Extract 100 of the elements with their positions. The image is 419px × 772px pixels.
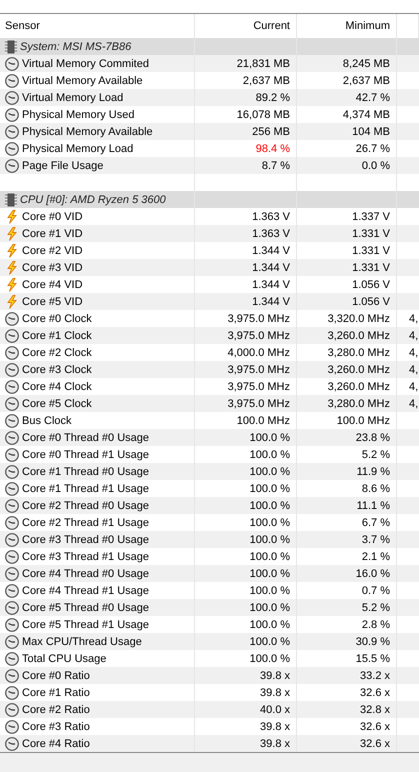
sensor-label[interactable]: Core #1 Ratio [22,686,90,698]
minimum-value: 32.8 x [360,704,390,716]
maximum-value: 4, [409,364,418,376]
minimum-value: 5.2 % [362,448,390,460]
current-value: 39.8 x [260,670,290,682]
current-value: 100.0 MHz [236,414,290,426]
sensor-label[interactable]: Max CPU/Thread Usage [22,636,142,648]
sensor-label[interactable]: Physical Memory Load [22,142,134,154]
sensor-label[interactable]: Physical Memory Used [22,108,134,120]
sensor-label[interactable]: Core #2 Thread #0 Usage [22,500,149,512]
sensor-label[interactable]: Core #1 Thread #0 Usage [22,466,149,478]
sensor-label[interactable]: Core #3 Clock [22,364,92,376]
minimum-value: 3,320.0 MHz [328,312,390,324]
sensor-label[interactable]: Virtual Memory Commited [22,58,149,70]
minimum-value: 23.8 % [356,432,390,444]
minimum-value: 2,637 MB [342,74,390,86]
minimum-value: 26.7 % [356,142,390,154]
minimum-value: 1.056 V [352,296,390,308]
sensor-label[interactable]: Core #5 Clock [22,398,92,410]
minimum-value: 8,245 MB [342,58,390,70]
sensor-label[interactable]: Virtual Memory Load [22,92,124,104]
current-value: 256 MB [252,126,290,138]
column-header[interactable]: Sensor [5,20,40,32]
current-value: 100.0 % [250,482,290,494]
sensor-label[interactable]: Physical Memory Available [22,126,153,138]
current-value: 39.8 x [260,738,290,750]
maximum-value: 4, [409,398,418,410]
sensor-label[interactable]: Page File Usage [22,160,104,172]
chip-icon [5,192,17,206]
minimum-value: 3,280.0 MHz [328,346,390,358]
sensor-label[interactable]: Core #0 VID [22,210,83,222]
maximum-value: 4, [409,380,418,392]
current-value: 2,637 MB [242,74,290,86]
minimum-value: 104 MB [352,126,390,138]
sensor-label[interactable]: Total CPU Usage [22,652,106,664]
sensor-label[interactable]: Core #2 Ratio [22,704,90,716]
sensor-label[interactable]: Bus Clock [22,414,72,426]
sensor-label[interactable]: Core #0 Ratio [22,670,90,682]
minimum-value: 0.7 % [362,584,390,596]
minimum-value: 5.2 % [362,602,390,614]
minimum-value: 3,260.0 MHz [328,330,390,342]
minimum-value: 11.1 % [356,500,390,512]
current-value: 1.344 V [252,278,290,290]
maximum-value: 4, [409,312,418,324]
minimum-value: 15.5 % [356,652,390,664]
maximum-value: 4, [409,330,418,342]
sensor-label[interactable]: Core #0 Thread #0 Usage [22,432,149,444]
current-value: 100.0 % [250,584,290,596]
minimum-value: 1.331 V [352,228,390,240]
sensor-label[interactable]: Core #3 Ratio [22,720,90,732]
sensor-label[interactable]: Core #4 Clock [22,380,92,392]
sensor-label[interactable]: Core #4 Thread #0 Usage [22,568,149,580]
current-value: 21,831 MB [236,58,290,70]
sensor-label[interactable]: Core #3 Thread #0 Usage [22,534,149,546]
horizontal-scrollbar[interactable] [0,752,419,772]
sensor-label[interactable]: Core #5 VID [22,296,83,308]
current-value: 39.8 x [260,720,290,732]
current-value: 40.0 x [260,704,290,716]
column-header[interactable]: Current [253,20,290,32]
current-value: 3,975.0 MHz [228,330,290,342]
current-value: 1.344 V [252,296,290,308]
sensor-label[interactable]: Core #1 Clock [22,330,92,342]
column-header[interactable]: Minimum [345,20,390,32]
current-value: 100.0 % [250,636,290,648]
minimum-value: 32.6 x [360,720,390,732]
sensor-label[interactable]: Core #1 Thread #1 Usage [22,482,149,494]
lightning-icon [5,226,19,240]
minimum-value: 42.7 % [356,92,390,104]
sensor-label[interactable]: Core #5 Thread #1 Usage [22,618,149,630]
sensor-label[interactable]: Core #3 VID [22,262,83,274]
current-value: 100.0 % [250,568,290,580]
sensor-label[interactable]: Core #4 Ratio [22,738,90,750]
sensor-label[interactable]: Core #5 Thread #0 Usage [22,602,149,614]
sensor-label[interactable]: Core #0 Clock [22,312,92,324]
sensor-label[interactable]: Core #2 Thread #1 Usage [22,516,149,528]
minimum-value: 1.056 V [352,278,390,290]
current-value: 3,975.0 MHz [228,398,290,410]
sensor-label[interactable]: Virtual Memory Available [22,74,143,86]
current-value: 1.344 V [252,262,290,274]
current-value: 1.363 V [252,228,290,240]
current-value: 100.0 % [250,432,290,444]
minimum-value: 33.2 x [360,670,390,682]
sensor-label[interactable]: Core #2 VID [22,244,83,256]
minimum-value: 11.9 % [356,466,390,478]
sensor-label[interactable]: Core #2 Clock [22,346,92,358]
current-value: 100.0 % [250,602,290,614]
sensor-label[interactable]: Core #4 VID [22,278,83,290]
sensor-label[interactable]: Core #3 Thread #1 Usage [22,550,149,562]
sensor-label[interactable]: Core #4 Thread #1 Usage [22,584,149,596]
current-value: 89.2 % [256,92,290,104]
lightning-icon [5,244,19,258]
sensor-group-label[interactable]: System: MSI MS-7B86 [20,40,132,52]
current-value: 100.0 % [250,534,290,546]
minimum-value: 32.6 x [360,738,390,750]
current-value: 100.0 % [250,448,290,460]
minimum-value: 100.0 MHz [336,414,390,426]
minimum-value: 1.331 V [352,244,390,256]
current-value: 3,975.0 MHz [228,312,290,324]
sensor-label[interactable]: Core #0 Thread #1 Usage [22,448,149,460]
sensor-label[interactable]: Core #1 VID [22,228,83,240]
